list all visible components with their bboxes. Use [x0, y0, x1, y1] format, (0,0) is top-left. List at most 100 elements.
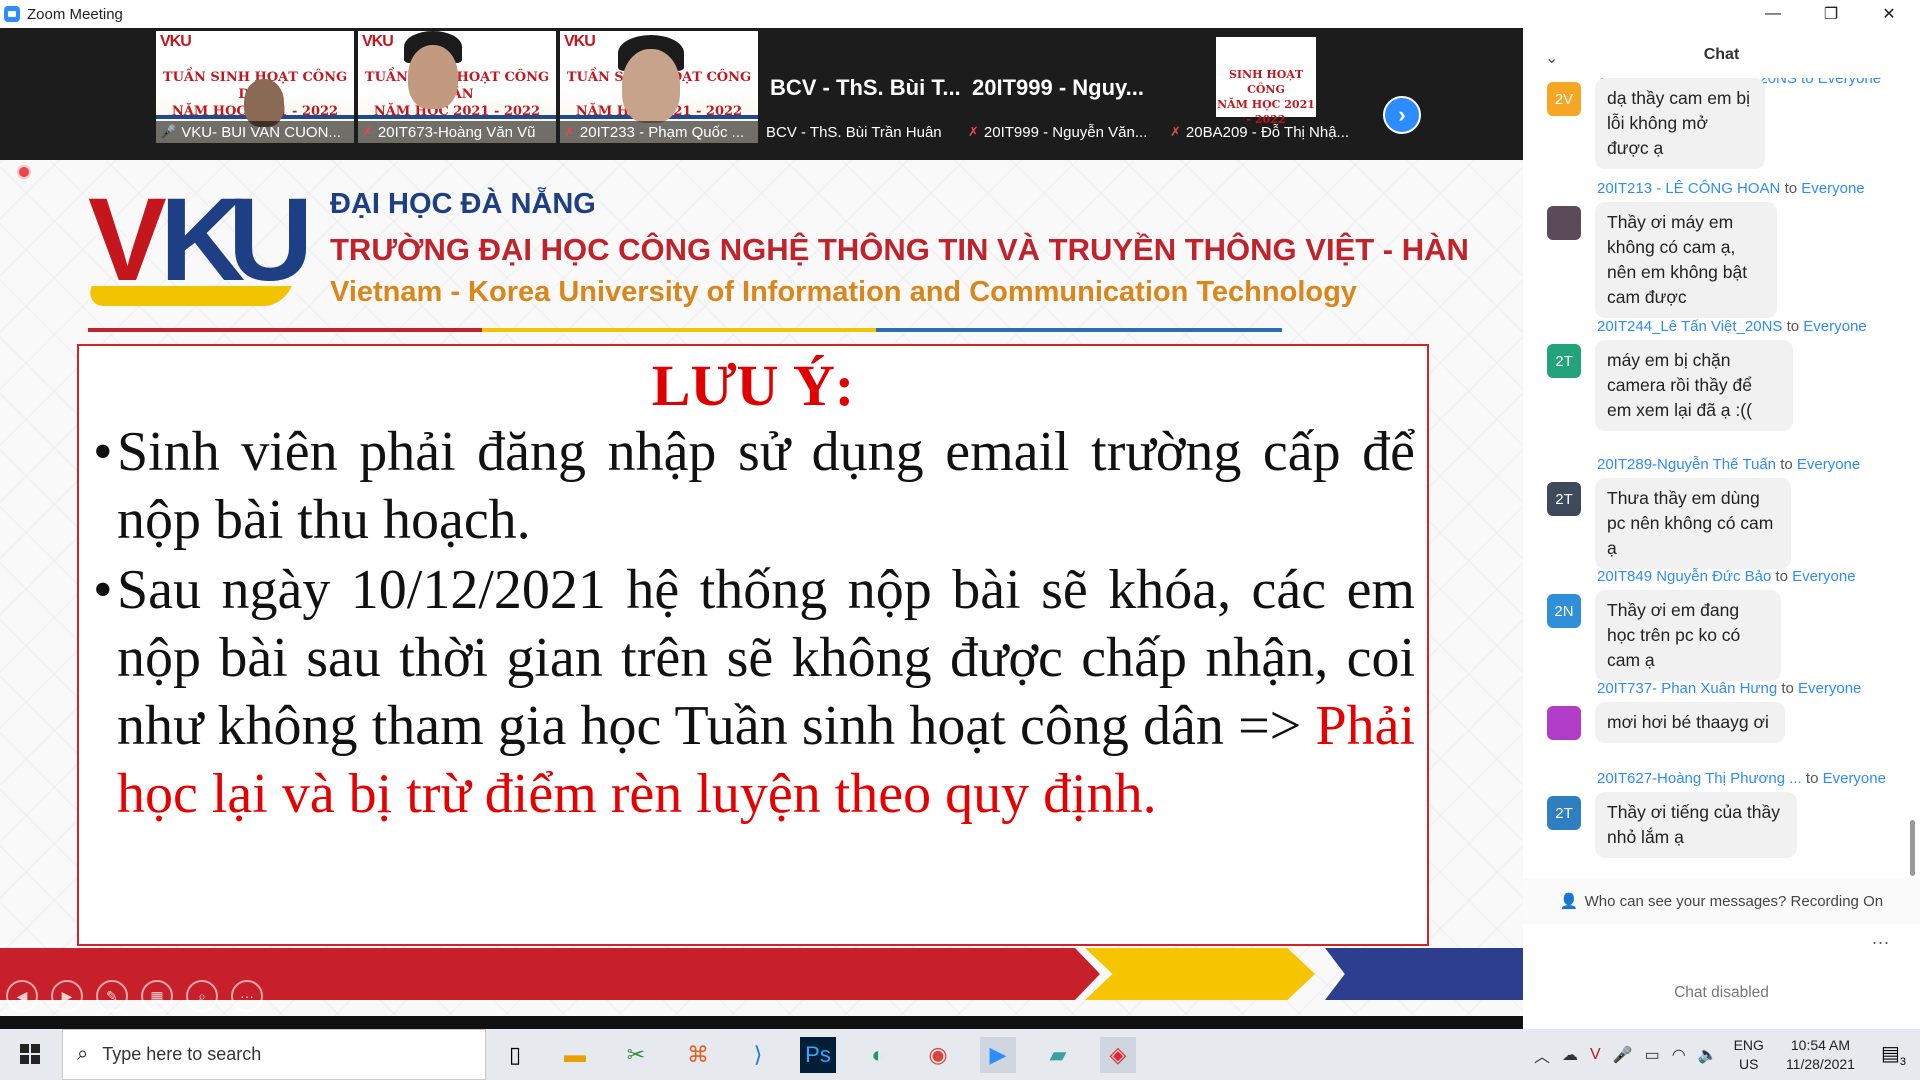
- chat-message-text: Thầy ơi em đang học trên pc ko có cam ạ: [1595, 590, 1781, 681]
- zoom-taskbar-icon[interactable]: ▶: [980, 1037, 1016, 1073]
- search-icon: ⌕: [77, 1043, 89, 1065]
- chat-sender: 20IT289-Nguyễn Thế Tuấn: [1597, 456, 1777, 473]
- snipping-tool-icon[interactable]: ✂: [618, 1037, 654, 1073]
- file-explorer-icon[interactable]: ▬: [557, 1037, 593, 1073]
- chat-disabled-label: Chat disabled: [1674, 984, 1769, 1001]
- avatar: [1547, 206, 1581, 240]
- window-titlebar: Zoom Meeting: [0, 0, 1920, 28]
- chat-message-text: Thầy ơi tiếng của thầy nhỏ lắm ạ: [1595, 792, 1797, 858]
- onedrive-icon[interactable]: ☁: [1562, 1045, 1578, 1065]
- participant-tile[interactable]: VKU TUẦN SINH HOẠT CÔNG DÂNNĂM HỌC 2021 …: [156, 31, 354, 143]
- chat-scrollbar[interactable]: [1910, 820, 1915, 876]
- chat-sender: 20IT737- Phan Xuân Hưng: [1597, 680, 1778, 697]
- notice-title: LƯU Ý:: [651, 353, 855, 418]
- next-slide-icon[interactable]: ▶: [51, 980, 83, 1012]
- slides-grid-icon[interactable]: ▦: [141, 980, 173, 1012]
- previous-slide-icon[interactable]: ◀: [6, 980, 38, 1012]
- screen-share-border: [0, 1016, 1523, 1029]
- slideshow-controls: ◀ ▶ ✎ ▦ ⌕ ···: [6, 980, 263, 1014]
- slide-header-school: TRƯỜNG ĐẠI HỌC CÔNG NGHỆ THÔNG TIN VÀ TR…: [330, 232, 1469, 267]
- restore-button[interactable]: ❐: [1806, 0, 1856, 28]
- participant-tile[interactable]: 20IT999 - Nguy... ✗ 20IT999 - Nguyễn Văn.…: [964, 31, 1162, 143]
- chat-message-list[interactable]: 20IT051_Hà Việt Hưng_20NS to Everyone 2V…: [1523, 78, 1920, 908]
- chat-title: Chat: [1703, 46, 1740, 63]
- photoshop-icon[interactable]: Ps: [800, 1037, 836, 1073]
- participant-tile[interactable]: VKU TUẦN SINH HOẠT CÔNG DÂNNĂM HỌC 2021 …: [358, 31, 556, 143]
- notice-box: LƯU Ý: • Sinh viên phải đăng nhập sử dụng…: [77, 344, 1429, 946]
- clock[interactable]: 10:54 AM 11/28/2021: [1786, 1036, 1855, 1074]
- participant-name: VKU- BUI VAN CUON...: [181, 123, 341, 141]
- chat-sender: 20IT213 - LÊ CÔNG HOAN: [1597, 180, 1781, 197]
- xampp-icon[interactable]: ⌘: [680, 1037, 716, 1073]
- avatar: 2N: [1547, 594, 1581, 628]
- close-button[interactable]: ✕: [1864, 0, 1914, 28]
- volume-icon[interactable]: 🔈: [1698, 1045, 1718, 1065]
- chrome-icon[interactable]: ◉: [920, 1037, 956, 1073]
- participant-strip: VKU TUẦN SINH HOẠT CÔNG DÂNNĂM HỌC 2021 …: [0, 28, 1523, 160]
- system-tray: ︿ ☁ V 🎤 ▭ ◠ 🔈 ENG US 10:54 AM 11/28/2021 ▤…: [1528, 1029, 1920, 1080]
- vku-logo: V K U: [84, 181, 313, 315]
- windows-taskbar: ⌕ Type here to search ▯ ▬ ✂ ⌘ ⟩ Ps ◐ ◉ ▶…: [0, 1029, 1920, 1080]
- participant-display-name: 20IT999 - Nguy...: [972, 75, 1144, 100]
- participant-name: 20IT673-Hoàng Văn Vũ: [377, 123, 536, 141]
- notice-bullet: • Sinh viên phải đăng nhập sử dụng email …: [93, 421, 1415, 551]
- edge-icon[interactable]: ◐: [860, 1037, 896, 1073]
- people-icon: 👤: [1559, 893, 1579, 910]
- recording-indicator-icon: [17, 165, 31, 179]
- minimize-button[interactable]: —: [1748, 0, 1798, 28]
- participant-display-name: BCV - ThS. Bùi T...: [770, 75, 960, 100]
- avatar: 2T: [1547, 344, 1581, 378]
- header-divider: [88, 328, 1282, 332]
- participant-name: 20BA209 - Đỗ Thị Nhậ...: [1185, 123, 1350, 141]
- vscode-icon[interactable]: ⟩: [740, 1037, 776, 1073]
- participant-name: 20IT233 - Phạm Quốc ...: [579, 123, 745, 141]
- chevron-up-icon[interactable]: ︿: [1534, 1043, 1550, 1067]
- chevron-right-icon: ›: [1398, 102, 1406, 127]
- chat-more-button[interactable]: ...: [1872, 928, 1890, 949]
- chat-visibility-notice[interactable]: 👤 Who can see your messages? Recording O…: [1523, 878, 1920, 924]
- app-icon[interactable]: ▰: [1040, 1037, 1076, 1073]
- zoom-app-icon: [4, 6, 20, 22]
- next-page-button[interactable]: ›: [1383, 96, 1421, 134]
- participant-tile[interactable]: SINH HOẠT CÔNG NĂM HỌC 2021 - 2022 ✗ 20BA2…: [1166, 31, 1364, 143]
- chat-message-text: Thầy ơi máy em không có cam ạ, nên em kh…: [1595, 202, 1777, 318]
- chat-message-text: mơi hơi bé thaayg ơi: [1595, 702, 1785, 743]
- zoom-icon[interactable]: ⌕: [186, 980, 218, 1012]
- chat-sender: 20IT849 Nguyễn Đức Bảo: [1597, 568, 1772, 585]
- mic-muted-icon: ✗: [564, 124, 575, 139]
- chat-message-text: máy em bị chặn camera rồi thầy để em xem…: [1595, 340, 1793, 431]
- antivirus-icon[interactable]: V: [1590, 1046, 1601, 1064]
- tile-banner: SINH HOẠT CÔNG NĂM HỌC 2021 - 2022: [1216, 37, 1316, 126]
- battery-icon[interactable]: ▭: [1645, 1045, 1660, 1065]
- slide-header-english: Vietnam - Korea University of Informatio…: [330, 276, 1357, 308]
- pen-icon[interactable]: ✎: [96, 980, 128, 1012]
- chat-message-text: Thưa thầy em dùng pc nên không có cam ạ: [1595, 478, 1791, 569]
- more-options-icon[interactable]: ···: [231, 980, 263, 1012]
- participant-name: BCV - ThS. Bùi Trần Huân: [766, 123, 942, 141]
- mic-muted-icon: ✗: [968, 124, 979, 139]
- participant-tile[interactable]: VKU TUẦN SINH HOẠT CÔNG DÂNNĂM HỌC 2021 …: [560, 31, 758, 143]
- chat-sender: 20IT627-Hoàng Thị Phương ...: [1597, 770, 1802, 787]
- participant-tile[interactable]: BCV - ThS. Bùi T... BCV - ThS. Bùi Trần …: [762, 31, 960, 143]
- avatar: 2T: [1547, 796, 1581, 830]
- chat-message-text: dạ thầy cam em bị lỗi không mở được ạ: [1595, 78, 1765, 169]
- notification-icon[interactable]: ▤3: [1881, 1041, 1906, 1068]
- mic-icon: 🎤: [160, 124, 177, 139]
- avatar: 2T: [1547, 482, 1581, 516]
- avatar: 2V: [1547, 82, 1581, 116]
- slide-header-university: ĐẠI HỌC ĐÀ NẴNG: [330, 188, 596, 220]
- garena-icon[interactable]: ◈: [1100, 1037, 1136, 1073]
- avatar: [1547, 706, 1581, 740]
- window-title: Zoom Meeting: [27, 5, 123, 23]
- windows-start-icon[interactable]: [20, 1044, 40, 1064]
- mic-muted-icon: ✗: [1170, 124, 1181, 139]
- mic-muted-icon: ✗: [362, 124, 373, 139]
- chat-sender: 20IT244_Lê Tấn Việt_20NS: [1597, 318, 1783, 335]
- notice-bullet: • Sau ngày 10/12/2021 hệ thống nộp bài sẽ…: [93, 559, 1415, 825]
- task-view-icon[interactable]: ▯: [497, 1037, 533, 1073]
- participant-name: 20IT999 - Nguyễn Văn...: [983, 123, 1148, 141]
- wifi-icon[interactable]: ◠: [1672, 1045, 1686, 1065]
- microphone-icon[interactable]: 🎤: [1613, 1045, 1633, 1065]
- taskbar-search-input[interactable]: ⌕ Type here to search: [62, 1029, 486, 1080]
- language-indicator[interactable]: ENG US: [1734, 1036, 1764, 1074]
